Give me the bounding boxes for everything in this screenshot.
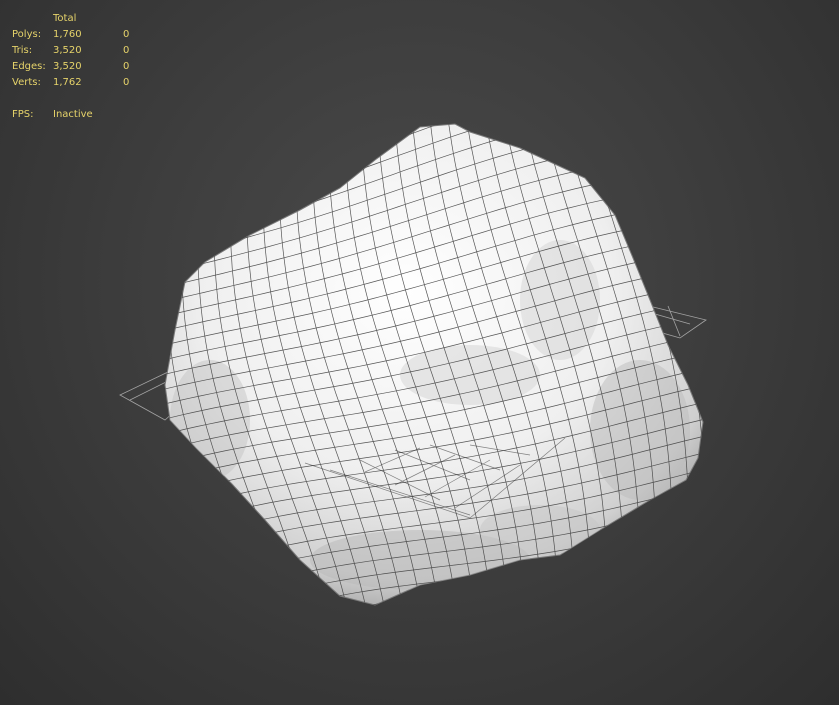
wire-line [187,569,703,605]
wire-line [192,585,703,605]
wire-line [165,206,193,605]
wire-line [677,124,703,587]
perspective-viewport[interactable] [0,0,839,705]
rock-mesh[interactable] [100,49,770,705]
viewport-scene[interactable] [0,0,839,705]
